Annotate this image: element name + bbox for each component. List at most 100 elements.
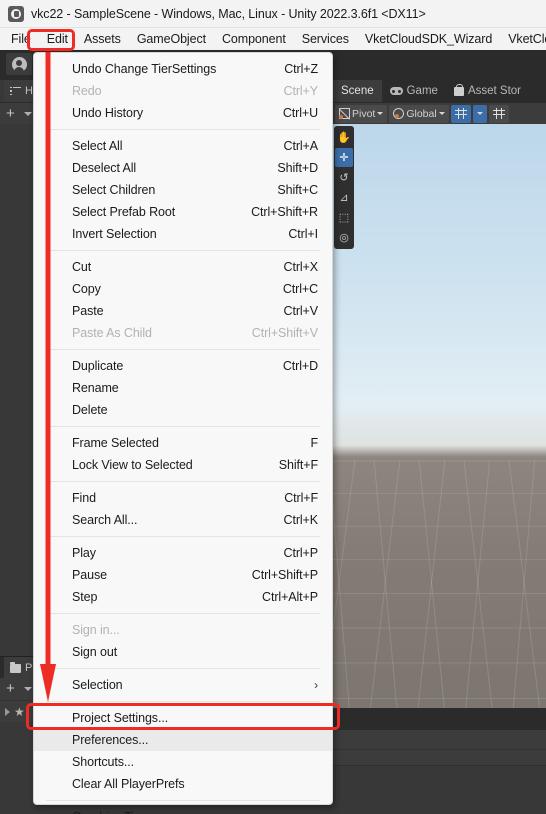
menu-item-shortcut: Ctrl+Y (283, 84, 319, 98)
menu-item-shortcut: Shift+C (277, 183, 318, 197)
menu-item-shortcuts[interactable]: Shortcuts... (34, 751, 332, 773)
menu-vketcloudsdk[interactable]: VketCloudSDK (500, 30, 546, 48)
menu-item-delete[interactable]: Delete (34, 399, 332, 421)
menu-item-play[interactable]: Play Ctrl+P (34, 542, 332, 564)
menu-item-paste[interactable]: Paste Ctrl+V (34, 300, 332, 322)
menu-component[interactable]: Component (214, 30, 294, 48)
tab-asset-store-label: Asset Stor (467, 85, 521, 97)
scene-viewport[interactable] (333, 124, 546, 708)
move-tool-icon[interactable]: ✛ (335, 148, 353, 167)
menu-item-step[interactable]: Step Ctrl+Alt+P (34, 586, 332, 608)
menu-item-undo-history[interactable]: Undo History Ctrl+U (34, 102, 332, 124)
edit-dropdown-menu: Undo Change TierSettings Ctrl+Z Redo Ctr… (33, 52, 333, 814)
menu-item-select-prefab-root[interactable]: Select Prefab Root Ctrl+Shift+R (34, 201, 332, 223)
globe-icon (393, 108, 405, 119)
chevron-down-icon[interactable] (24, 687, 32, 691)
menu-item-shortcut: Shift+F (278, 458, 318, 472)
menu-item-shortcut: Ctrl+Shift+R (251, 205, 318, 219)
menu-item-label: Project Settings... (72, 711, 169, 725)
menu-item-shortcut: Ctrl+F (284, 491, 318, 505)
menu-item-shortcut: Ctrl+P (283, 546, 319, 560)
menu-item-shortcut: Ctrl+Shift+P (251, 568, 318, 582)
menu-item-shortcut: Ctrl+Z (284, 62, 318, 76)
menu-edit[interactable]: Edit (39, 30, 76, 48)
tab-scene[interactable]: Scene (333, 80, 382, 102)
menu-item-project-settings[interactable]: Project Settings... (34, 707, 332, 729)
menu-separator (46, 481, 320, 482)
menu-item-search-all[interactable]: Search All... Ctrl+K (34, 509, 332, 531)
transform-tool-icon[interactable]: ◎ (335, 228, 353, 247)
pivot-label: Pivot (352, 107, 376, 120)
menu-item-label: Duplicate (72, 359, 124, 373)
menu-item-label: Lock View to Selected (72, 458, 193, 472)
create-asset-button[interactable]: + (6, 681, 15, 697)
tab-project-label: P (25, 662, 33, 674)
menu-item-redo: Redo Ctrl+Y (34, 80, 332, 102)
scene-toolbar: Pivot Global (333, 102, 546, 124)
pivot-toggle-button[interactable]: Pivot (335, 104, 388, 123)
menu-item-sign-in: Sign in... (34, 619, 332, 641)
menu-item-select-children[interactable]: Select Children Shift+C (34, 179, 332, 201)
grid-dropdown-button[interactable] (472, 104, 487, 123)
add-gameobject-button[interactable]: + (6, 106, 15, 122)
menu-services[interactable]: Services (294, 30, 357, 48)
menu-item-shortcut: Ctrl+I (288, 227, 318, 241)
unity-editor-window: vkc22 - SampleScene - Windows, Mac, Linu… (0, 0, 546, 814)
menu-item-label: Undo Change TierSettings (72, 62, 217, 76)
folder-icon (10, 661, 21, 673)
menu-separator (46, 701, 320, 702)
window-titlebar: vkc22 - SampleScene - Windows, Mac, Linu… (0, 0, 546, 28)
menu-item-shortcut: Ctrl+C (282, 282, 318, 296)
menu-item-find[interactable]: Find Ctrl+F (34, 487, 332, 509)
menu-item-label: Copy (72, 282, 101, 296)
menu-item-lock-view-to-selected[interactable]: Lock View to Selected Shift+F (34, 454, 332, 476)
menu-vketcloudsdk-wizard[interactable]: VketCloudSDK_Wizard (357, 30, 500, 48)
menu-item-rename[interactable]: Rename (34, 377, 332, 399)
menu-item-cut[interactable]: Cut Ctrl+X (34, 256, 332, 278)
menu-item-pause[interactable]: Pause Ctrl+Shift+P (34, 564, 332, 586)
menu-item-shortcut: Ctrl+U (282, 106, 318, 120)
rect-tool-icon[interactable]: ⬚ (335, 208, 353, 227)
menu-item-preferences[interactable]: Preferences... (34, 729, 332, 751)
menubar: File Edit Assets GameObject Component Se… (0, 28, 546, 50)
menu-item-duplicate[interactable]: Duplicate Ctrl+D (34, 355, 332, 377)
menu-item-label: Shortcuts... (72, 755, 135, 769)
chevron-right-icon: › (314, 678, 318, 692)
tab-asset-store[interactable]: Asset Stor (446, 80, 529, 102)
chevron-down-icon[interactable] (24, 112, 32, 116)
console-tabrow (333, 708, 546, 730)
grid-axis-button[interactable] (450, 104, 471, 123)
rotate-tool-icon[interactable]: ↺ (335, 168, 353, 187)
menu-item-selection[interactable]: Selection › (34, 674, 332, 696)
menu-assets[interactable]: Assets (76, 30, 129, 48)
menu-item-invert-selection[interactable]: Invert Selection Ctrl+I (34, 223, 332, 245)
menu-item-copy[interactable]: Copy Ctrl+C (34, 278, 332, 300)
menu-item-label: Select Children (72, 183, 156, 197)
menu-item-label: Select All (72, 139, 123, 153)
hand-tool-icon[interactable]: ✋ (335, 128, 353, 147)
menu-item-shortcut: Ctrl+X (283, 260, 319, 274)
menu-file[interactable]: File (3, 30, 39, 48)
handle-space-button[interactable]: Global (389, 104, 449, 123)
scene-ground-grid (333, 460, 546, 708)
tab-game[interactable]: Game (382, 80, 446, 102)
menu-item-deselect-all[interactable]: Deselect All Shift+D (34, 157, 332, 179)
menu-separator (46, 349, 320, 350)
chevron-right-icon[interactable] (5, 707, 10, 716)
menu-item-frame-selected[interactable]: Frame Selected F (34, 432, 332, 454)
menu-item-paste-as-child: Paste As Child Ctrl+Shift+V (34, 322, 332, 344)
menu-item-label: Deselect All (72, 161, 137, 175)
scale-tool-icon[interactable]: ⊿ (335, 188, 353, 207)
menu-item-label: Pause (72, 568, 107, 582)
menu-item-label: Sign out (72, 645, 118, 659)
asset-store-icon (453, 84, 464, 96)
menu-gameobject[interactable]: GameObject (129, 30, 214, 48)
menu-item-select-all[interactable]: Select All Ctrl+A (34, 135, 332, 157)
menu-item-graphics-tier[interactable]: Graphics Tier › (34, 806, 332, 814)
menu-item-undo[interactable]: Undo Change TierSettings Ctrl+Z (34, 58, 332, 80)
menu-item-clear-all-playerprefs[interactable]: Clear All PlayerPrefs (34, 773, 332, 795)
account-button[interactable] (6, 53, 32, 75)
tab-scene-label: Scene (341, 85, 374, 97)
grid-snap-button[interactable] (488, 104, 509, 123)
menu-item-sign-out[interactable]: Sign out (34, 641, 332, 663)
